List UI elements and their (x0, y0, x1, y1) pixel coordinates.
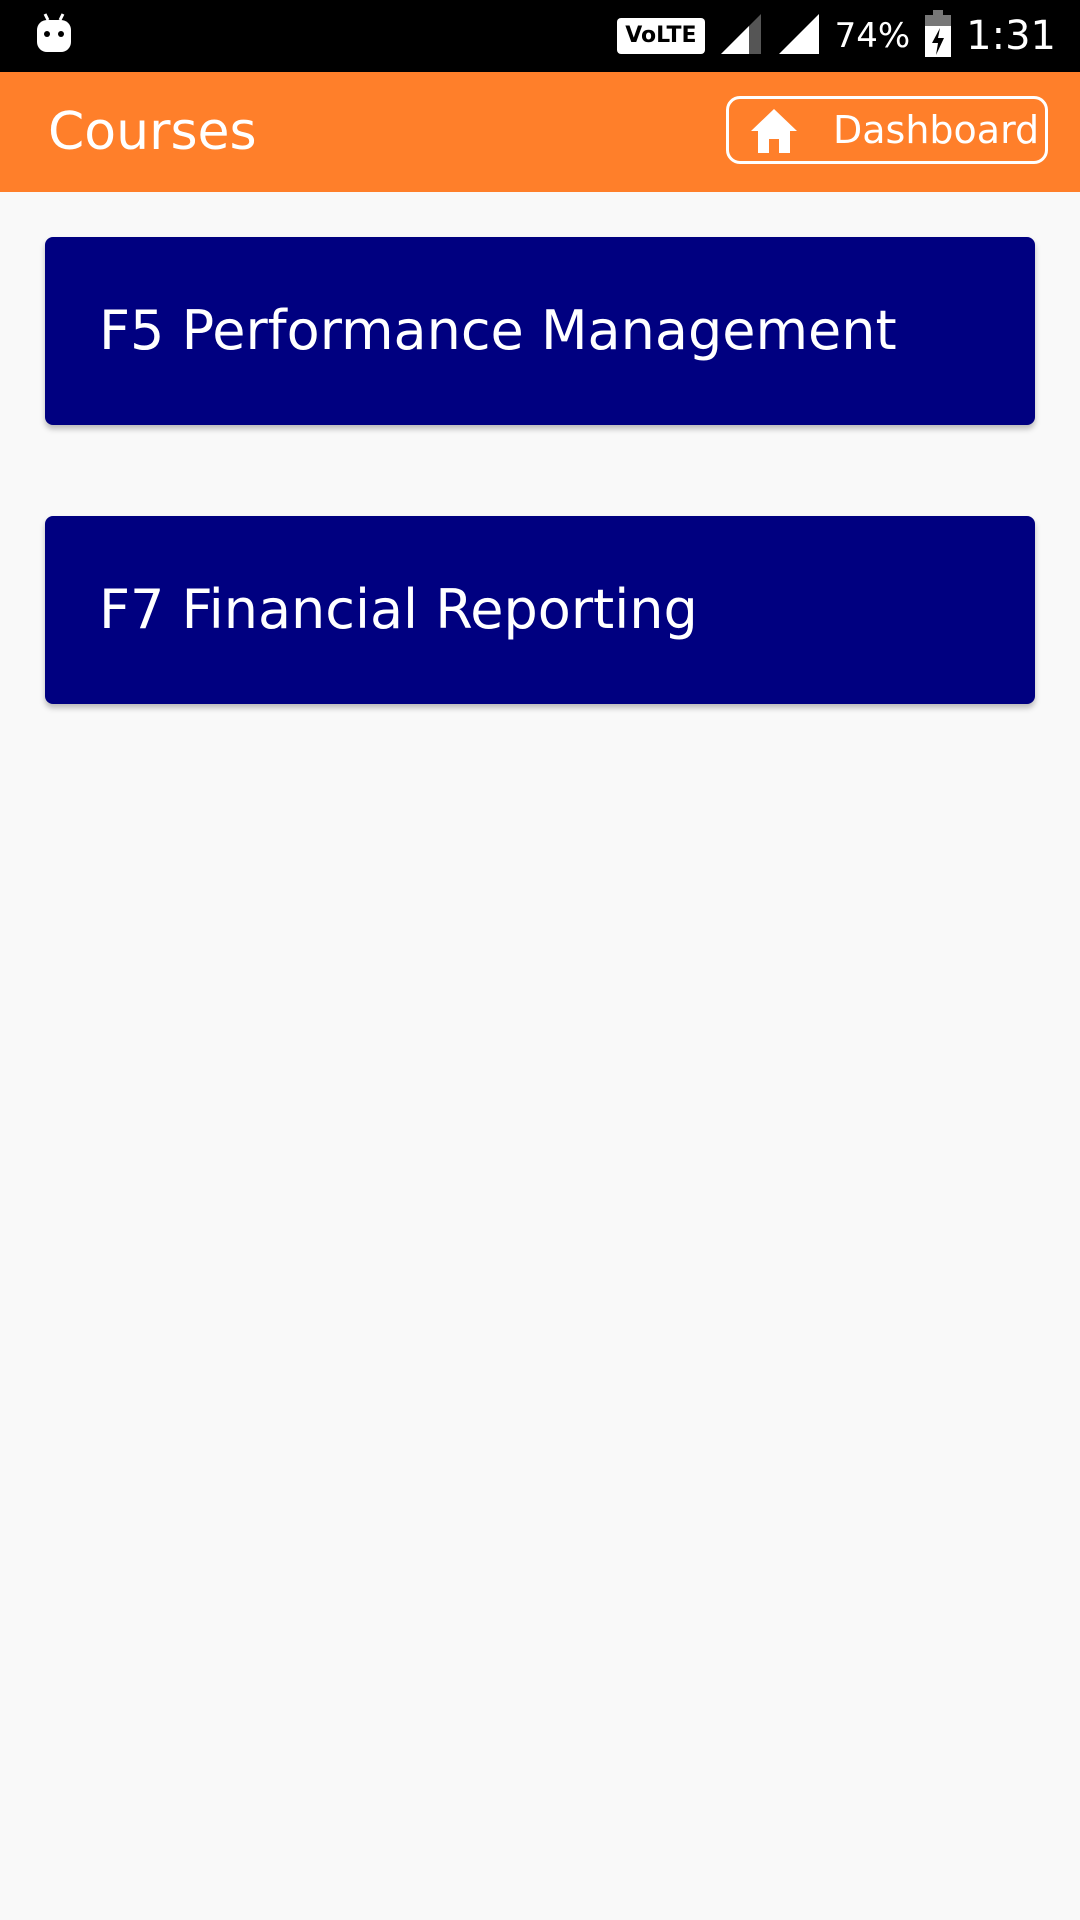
home-icon (749, 107, 799, 155)
status-icons: VoLTE 74% 1:31 (617, 0, 1056, 72)
battery-percent: 74% (834, 16, 911, 56)
screen: VoLTE 74% 1:31 Courses Dashboard F5 Perf… (0, 0, 1080, 1920)
dashboard-label: Dashboard (833, 108, 1040, 152)
android-icon (36, 12, 72, 56)
course-label: F5 Performance Management (99, 299, 897, 362)
signal-icon (777, 12, 821, 60)
clock: 1:31 (966, 13, 1056, 59)
course-card-f5[interactable]: F5 Performance Management (45, 237, 1035, 425)
course-card-f7[interactable]: F7 Financial Reporting (45, 516, 1035, 704)
status-bar: VoLTE 74% 1:31 (0, 0, 1080, 72)
dashboard-button[interactable]: Dashboard (726, 96, 1048, 164)
battery-charging-icon (924, 10, 952, 62)
page-title: Courses (48, 102, 257, 162)
signal-icon (719, 12, 763, 60)
course-label: F7 Financial Reporting (99, 578, 698, 641)
app-toolbar: Courses Dashboard (0, 72, 1080, 192)
volte-badge: VoLTE (617, 18, 705, 54)
